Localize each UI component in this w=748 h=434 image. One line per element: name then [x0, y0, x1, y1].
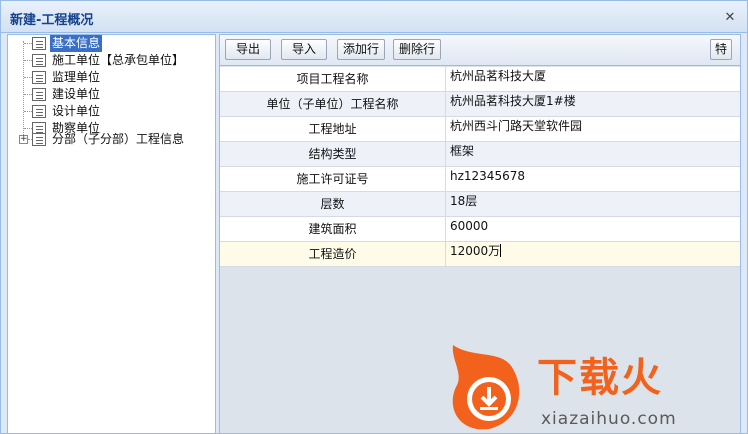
property-grid: 项目工程名称 杭州品茗科技大厦 单位（子单位）工程名称 杭州品茗科技大厦1#楼 …: [220, 67, 740, 267]
property-key: 工程造价: [220, 242, 446, 266]
property-key: 层数: [220, 192, 446, 216]
table-row[interactable]: 单位（子单位）工程名称 杭州品茗科技大厦1#楼: [220, 92, 740, 117]
watermark-brand: 下载火: [537, 355, 663, 401]
tree-item-label: 施工单位【总承包单位】: [52, 53, 185, 67]
toolbar: 导出 导入 添加行 删除行 特: [220, 35, 740, 66]
property-key: 结构类型: [220, 142, 446, 166]
add-row-button[interactable]: 添加行: [337, 39, 385, 60]
property-key: 施工许可证号: [220, 167, 446, 191]
window-title: 新建-工程概况: [10, 13, 94, 28]
document-icon: [32, 105, 46, 118]
tree-guide-line: [23, 41, 24, 137]
document-icon: [32, 88, 46, 101]
export-button[interactable]: 导出: [225, 39, 271, 60]
import-button[interactable]: 导入: [281, 39, 327, 60]
table-row[interactable]: 施工许可证号 hz12345678: [220, 167, 740, 192]
special-button[interactable]: 特: [710, 39, 732, 60]
tree-item-subdivision-info[interactable]: + 分部（子分部）工程信息: [8, 131, 216, 148]
property-key: 工程地址: [220, 117, 446, 141]
property-key: 建筑面积: [220, 217, 446, 241]
property-value[interactable]: 杭州西斗门路天堂软件园: [447, 117, 740, 141]
property-value[interactable]: 杭州品茗科技大厦1#楼: [447, 92, 740, 116]
property-value-editing[interactable]: 12000万: [447, 242, 740, 266]
document-icon: [32, 37, 46, 50]
table-row[interactable]: 工程造价 12000万: [220, 242, 740, 267]
watermark: 下载火 xiazaihuo.com: [443, 339, 748, 434]
title-bar[interactable]: 新建-工程概况 ✕: [1, 1, 747, 33]
close-icon[interactable]: ✕: [723, 11, 737, 25]
property-value[interactable]: 60000: [447, 217, 740, 241]
table-row[interactable]: 项目工程名称 杭州品茗科技大厦: [220, 67, 740, 92]
table-row[interactable]: 结构类型 框架: [220, 142, 740, 167]
property-value[interactable]: 框架: [447, 142, 740, 166]
text-caret: [500, 244, 502, 257]
property-value[interactable]: hz12345678: [447, 167, 740, 191]
dialog-window: 新建-工程概况 ✕ 基本信息 施工单位【总承包单位】 监理单位 建设单位 设计单…: [0, 0, 748, 434]
flame-logo-icon: [452, 345, 520, 430]
property-key: 项目工程名称: [220, 67, 446, 91]
tree-panel: 基本信息 施工单位【总承包单位】 监理单位 建设单位 设计单位 勘察单位 + 分…: [7, 34, 216, 434]
document-icon: [32, 133, 46, 146]
tree-item-label: 分部（子分部）工程信息: [52, 132, 185, 146]
tree-item-label: 设计单位: [52, 104, 101, 118]
table-row[interactable]: 层数 18层: [220, 192, 740, 217]
property-value[interactable]: 杭州品茗科技大厦: [447, 67, 740, 91]
document-icon: [32, 71, 46, 84]
tree-item-label: 建设单位: [52, 87, 101, 101]
delete-row-button[interactable]: 删除行: [393, 39, 441, 60]
property-value[interactable]: 18层: [447, 192, 740, 216]
watermark-url: xiazaihuo.com: [541, 409, 677, 429]
property-value-text: 12000万: [450, 244, 501, 258]
table-row[interactable]: 建筑面积 60000: [220, 217, 740, 242]
tree-item-label: 基本信息: [50, 35, 103, 52]
document-icon: [32, 54, 46, 67]
tree-item-label: 监理单位: [52, 70, 101, 84]
expand-plus-icon[interactable]: +: [19, 135, 28, 144]
table-row[interactable]: 工程地址 杭州西斗门路天堂软件园: [220, 117, 740, 142]
property-key: 单位（子单位）工程名称: [220, 92, 446, 116]
